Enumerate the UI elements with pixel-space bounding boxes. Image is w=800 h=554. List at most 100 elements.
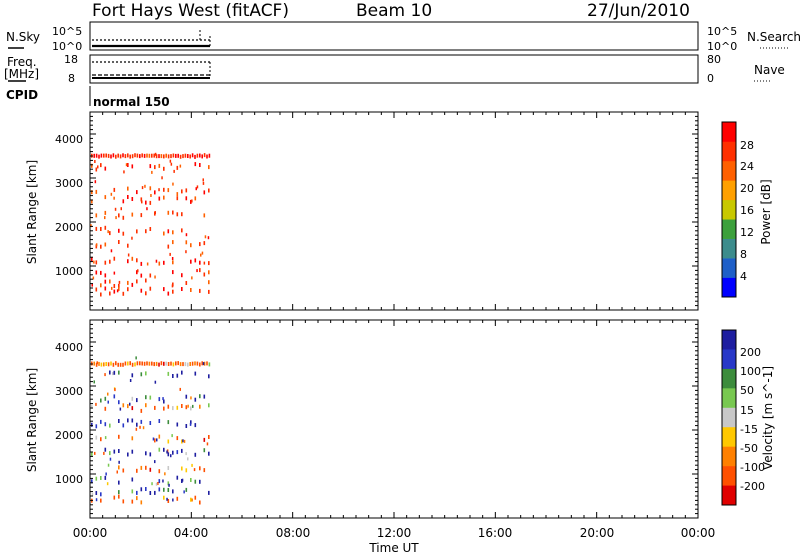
data-point	[203, 437, 206, 442]
data-point	[190, 406, 192, 411]
data-point	[163, 495, 165, 500]
data-point	[164, 472, 166, 476]
nsearch-label: N.Search	[747, 30, 800, 44]
data-point	[208, 153, 211, 158]
data-point	[118, 460, 120, 464]
data-point	[143, 153, 146, 158]
data-point	[154, 190, 156, 195]
data-point	[136, 258, 138, 263]
power-ylabel: Slant Range [km]	[25, 160, 39, 264]
data-point	[136, 190, 138, 195]
data-point	[136, 229, 138, 234]
data-point	[165, 153, 167, 158]
x-tick-1600: 16:00	[478, 526, 513, 540]
data-point	[129, 379, 132, 382]
data-point	[136, 496, 138, 501]
data-point	[190, 259, 192, 264]
data-point	[136, 398, 138, 403]
velocity-ytick-labels: 1000 2000 3000 4000	[55, 341, 83, 486]
data-point	[145, 487, 147, 491]
data-point	[149, 421, 152, 425]
data-point	[194, 452, 197, 457]
power-cbar-tick-24: 24	[740, 160, 754, 173]
data-point	[95, 498, 98, 502]
data-point	[151, 482, 153, 486]
data-point	[104, 406, 107, 411]
data-point	[118, 465, 120, 470]
data-point	[100, 292, 102, 297]
data-point	[167, 291, 170, 296]
data-point	[141, 186, 144, 190]
data-point	[161, 176, 163, 180]
power-ytick-3000: 3000	[55, 177, 83, 190]
data-point	[134, 362, 136, 367]
data-point	[158, 362, 160, 367]
data-point	[208, 403, 210, 408]
data-point	[113, 271, 116, 275]
data-point	[118, 494, 120, 499]
beam-title: Beam 10	[356, 1, 432, 21]
data-point	[185, 468, 188, 473]
data-point	[169, 252, 171, 256]
data-point	[149, 200, 152, 205]
data-point	[176, 475, 179, 480]
data-point	[104, 273, 107, 278]
data-point	[163, 487, 165, 492]
data-point	[109, 457, 112, 461]
data-point	[118, 228, 120, 233]
power-cbar-tick-16: 16	[740, 204, 754, 217]
data-point	[131, 436, 134, 441]
data-point	[183, 490, 185, 494]
data-point	[148, 361, 151, 366]
data-point	[176, 212, 179, 217]
velocity-colorbar-segment	[722, 330, 736, 350]
velocity-cbar-tick-neg50: -50	[740, 442, 758, 455]
data-point	[151, 170, 153, 174]
data-point	[199, 163, 201, 167]
cpid-label: CPID	[6, 88, 38, 102]
data-point	[154, 405, 156, 410]
data-point	[115, 361, 117, 366]
nave-label: Nave	[754, 63, 785, 77]
data-point	[145, 291, 147, 296]
data-point	[127, 404, 129, 409]
data-point	[149, 164, 152, 169]
data-point	[113, 256, 116, 261]
data-point	[127, 259, 129, 264]
data-point	[181, 466, 183, 471]
data-point	[131, 256, 134, 261]
data-point	[203, 448, 206, 453]
figure: Fort Hays West (fitACF) Beam 10 27/Jun/2…	[4, 1, 800, 554]
data-point	[172, 374, 174, 378]
power-data	[90, 152, 211, 297]
data-point	[176, 450, 179, 455]
data-point	[202, 362, 205, 366]
data-point	[135, 356, 137, 360]
data-point	[201, 154, 203, 159]
data-point	[195, 187, 197, 191]
data-point	[182, 439, 184, 443]
data-point	[170, 154, 172, 159]
data-point	[162, 397, 164, 401]
data-point	[136, 153, 139, 158]
data-point	[109, 451, 111, 456]
data-point	[136, 422, 138, 427]
data-point	[124, 154, 127, 159]
data-point	[153, 362, 155, 367]
velocity-panel	[89, 319, 699, 519]
data-point	[202, 178, 204, 182]
data-point	[95, 260, 98, 265]
data-point	[181, 370, 183, 375]
data-point	[100, 270, 102, 275]
data-point	[163, 231, 165, 236]
data-point	[172, 182, 174, 186]
data-point	[190, 396, 192, 400]
data-point	[194, 371, 197, 376]
data-point	[176, 436, 179, 441]
data-point	[124, 361, 127, 366]
data-point	[122, 291, 125, 296]
data-point	[170, 361, 172, 366]
data-point	[91, 492, 94, 496]
data-point	[131, 449, 134, 454]
velocity-colorbar-segment	[722, 388, 736, 409]
